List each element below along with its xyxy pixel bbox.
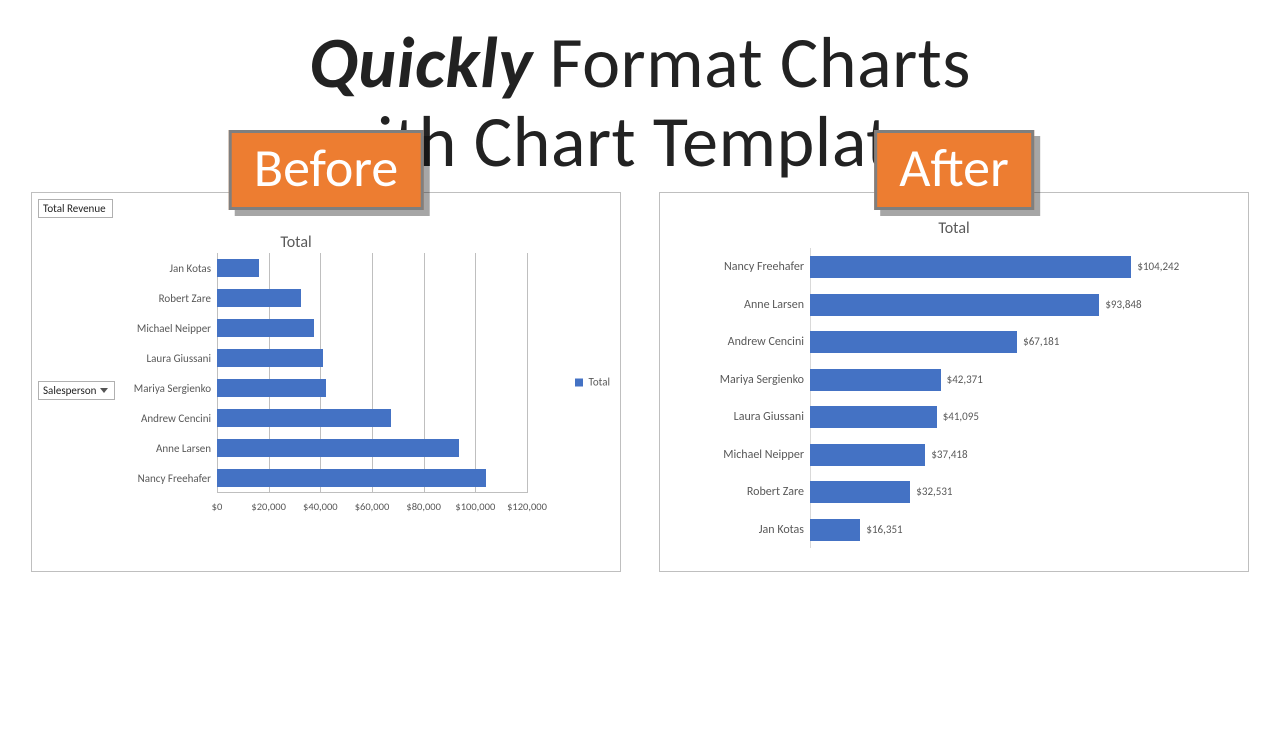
after-data-label: $37,418 bbox=[931, 448, 967, 461]
after-bar bbox=[810, 331, 1017, 353]
before-category-label: Laura Giussani bbox=[51, 352, 211, 365]
after-bar bbox=[810, 294, 1099, 316]
after-bar bbox=[810, 481, 910, 503]
before-x-tick-label: $100,000 bbox=[455, 500, 495, 513]
after-category-label: Michael Neipper bbox=[664, 448, 804, 462]
before-gridline bbox=[424, 253, 425, 493]
after-bar bbox=[810, 369, 941, 391]
before-bar bbox=[217, 349, 323, 367]
after-plot-area: Nancy Freehafer$104,242Anne Larsen$93,84… bbox=[810, 248, 1180, 548]
before-bar bbox=[217, 439, 459, 457]
before-panel: Before Total Revenue Salesperson Total T… bbox=[31, 192, 621, 572]
after-badge: After bbox=[874, 130, 1034, 210]
pivot-value-field-button[interactable]: Total Revenue bbox=[38, 199, 113, 218]
before-category-label: Jan Kotas bbox=[51, 262, 211, 275]
before-x-tick-label: $0 bbox=[212, 500, 223, 513]
after-category-label: Anne Larsen bbox=[664, 298, 804, 312]
title-rest-1: Format Charts bbox=[533, 19, 971, 107]
after-category-label: Andrew Cencini bbox=[664, 335, 804, 349]
before-bar bbox=[217, 259, 259, 277]
after-data-label: $41,095 bbox=[943, 410, 979, 423]
before-gridline bbox=[320, 253, 321, 493]
before-chart: Total Revenue Salesperson Total Total $0… bbox=[31, 192, 621, 572]
after-bar bbox=[810, 256, 1131, 278]
before-bar bbox=[217, 289, 301, 307]
after-panel: After Total Nancy Freehafer$104,242Anne … bbox=[659, 192, 1249, 572]
before-gridline bbox=[475, 253, 476, 493]
before-category-label: Robert Zare bbox=[51, 292, 211, 305]
before-category-label: Mariya Sergienko bbox=[51, 382, 211, 395]
after-chart-title: Total bbox=[660, 219, 1248, 238]
legend-label: Total bbox=[588, 376, 610, 389]
after-category-label: Laura Giussani bbox=[664, 410, 804, 424]
before-category-label: Anne Larsen bbox=[51, 442, 211, 455]
before-bar bbox=[217, 469, 486, 487]
before-x-tick-label: $60,000 bbox=[355, 500, 390, 513]
after-bar bbox=[810, 519, 860, 541]
after-category-label: Mariya Sergienko bbox=[664, 373, 804, 387]
page-title: Quickly Format Charts with Chart Templat… bbox=[0, 24, 1280, 182]
before-gridline bbox=[527, 253, 528, 493]
after-data-label: $104,242 bbox=[1137, 260, 1179, 273]
before-category-label: Michael Neipper bbox=[51, 322, 211, 335]
before-bar bbox=[217, 409, 391, 427]
after-bar bbox=[810, 444, 925, 466]
after-category-label: Nancy Freehafer bbox=[664, 260, 804, 274]
after-data-label: $32,531 bbox=[916, 485, 952, 498]
before-category-label: Nancy Freehafer bbox=[51, 472, 211, 485]
before-legend: Total bbox=[575, 376, 610, 389]
after-category-label: Jan Kotas bbox=[664, 523, 804, 537]
before-x-tick-label: $80,000 bbox=[406, 500, 441, 513]
before-bar bbox=[217, 379, 326, 397]
after-bar bbox=[810, 406, 937, 428]
before-gridline bbox=[372, 253, 373, 493]
after-data-label: $16,351 bbox=[866, 523, 902, 536]
before-category-label: Andrew Cencini bbox=[51, 412, 211, 425]
pivot-value-field-label: Total Revenue bbox=[43, 202, 106, 215]
after-data-label: $42,371 bbox=[947, 373, 983, 386]
after-category-label: Robert Zare bbox=[664, 485, 804, 499]
after-data-label: $93,848 bbox=[1105, 298, 1141, 311]
after-data-label: $67,181 bbox=[1023, 335, 1059, 348]
before-chart-title: Total bbox=[32, 233, 560, 252]
before-x-tick-label: $20,000 bbox=[251, 500, 286, 513]
before-x-tick-label: $40,000 bbox=[303, 500, 338, 513]
after-chart: Total Nancy Freehafer$104,242Anne Larsen… bbox=[659, 192, 1249, 572]
before-bar bbox=[217, 319, 314, 337]
title-emphasis: Quickly bbox=[309, 19, 533, 107]
before-x-tick-label: $120,000 bbox=[507, 500, 547, 513]
before-plot-area: $0$20,000$40,000$60,000$80,000$100,000$1… bbox=[217, 253, 527, 513]
before-badge: Before bbox=[229, 130, 424, 210]
legend-swatch bbox=[575, 378, 583, 386]
